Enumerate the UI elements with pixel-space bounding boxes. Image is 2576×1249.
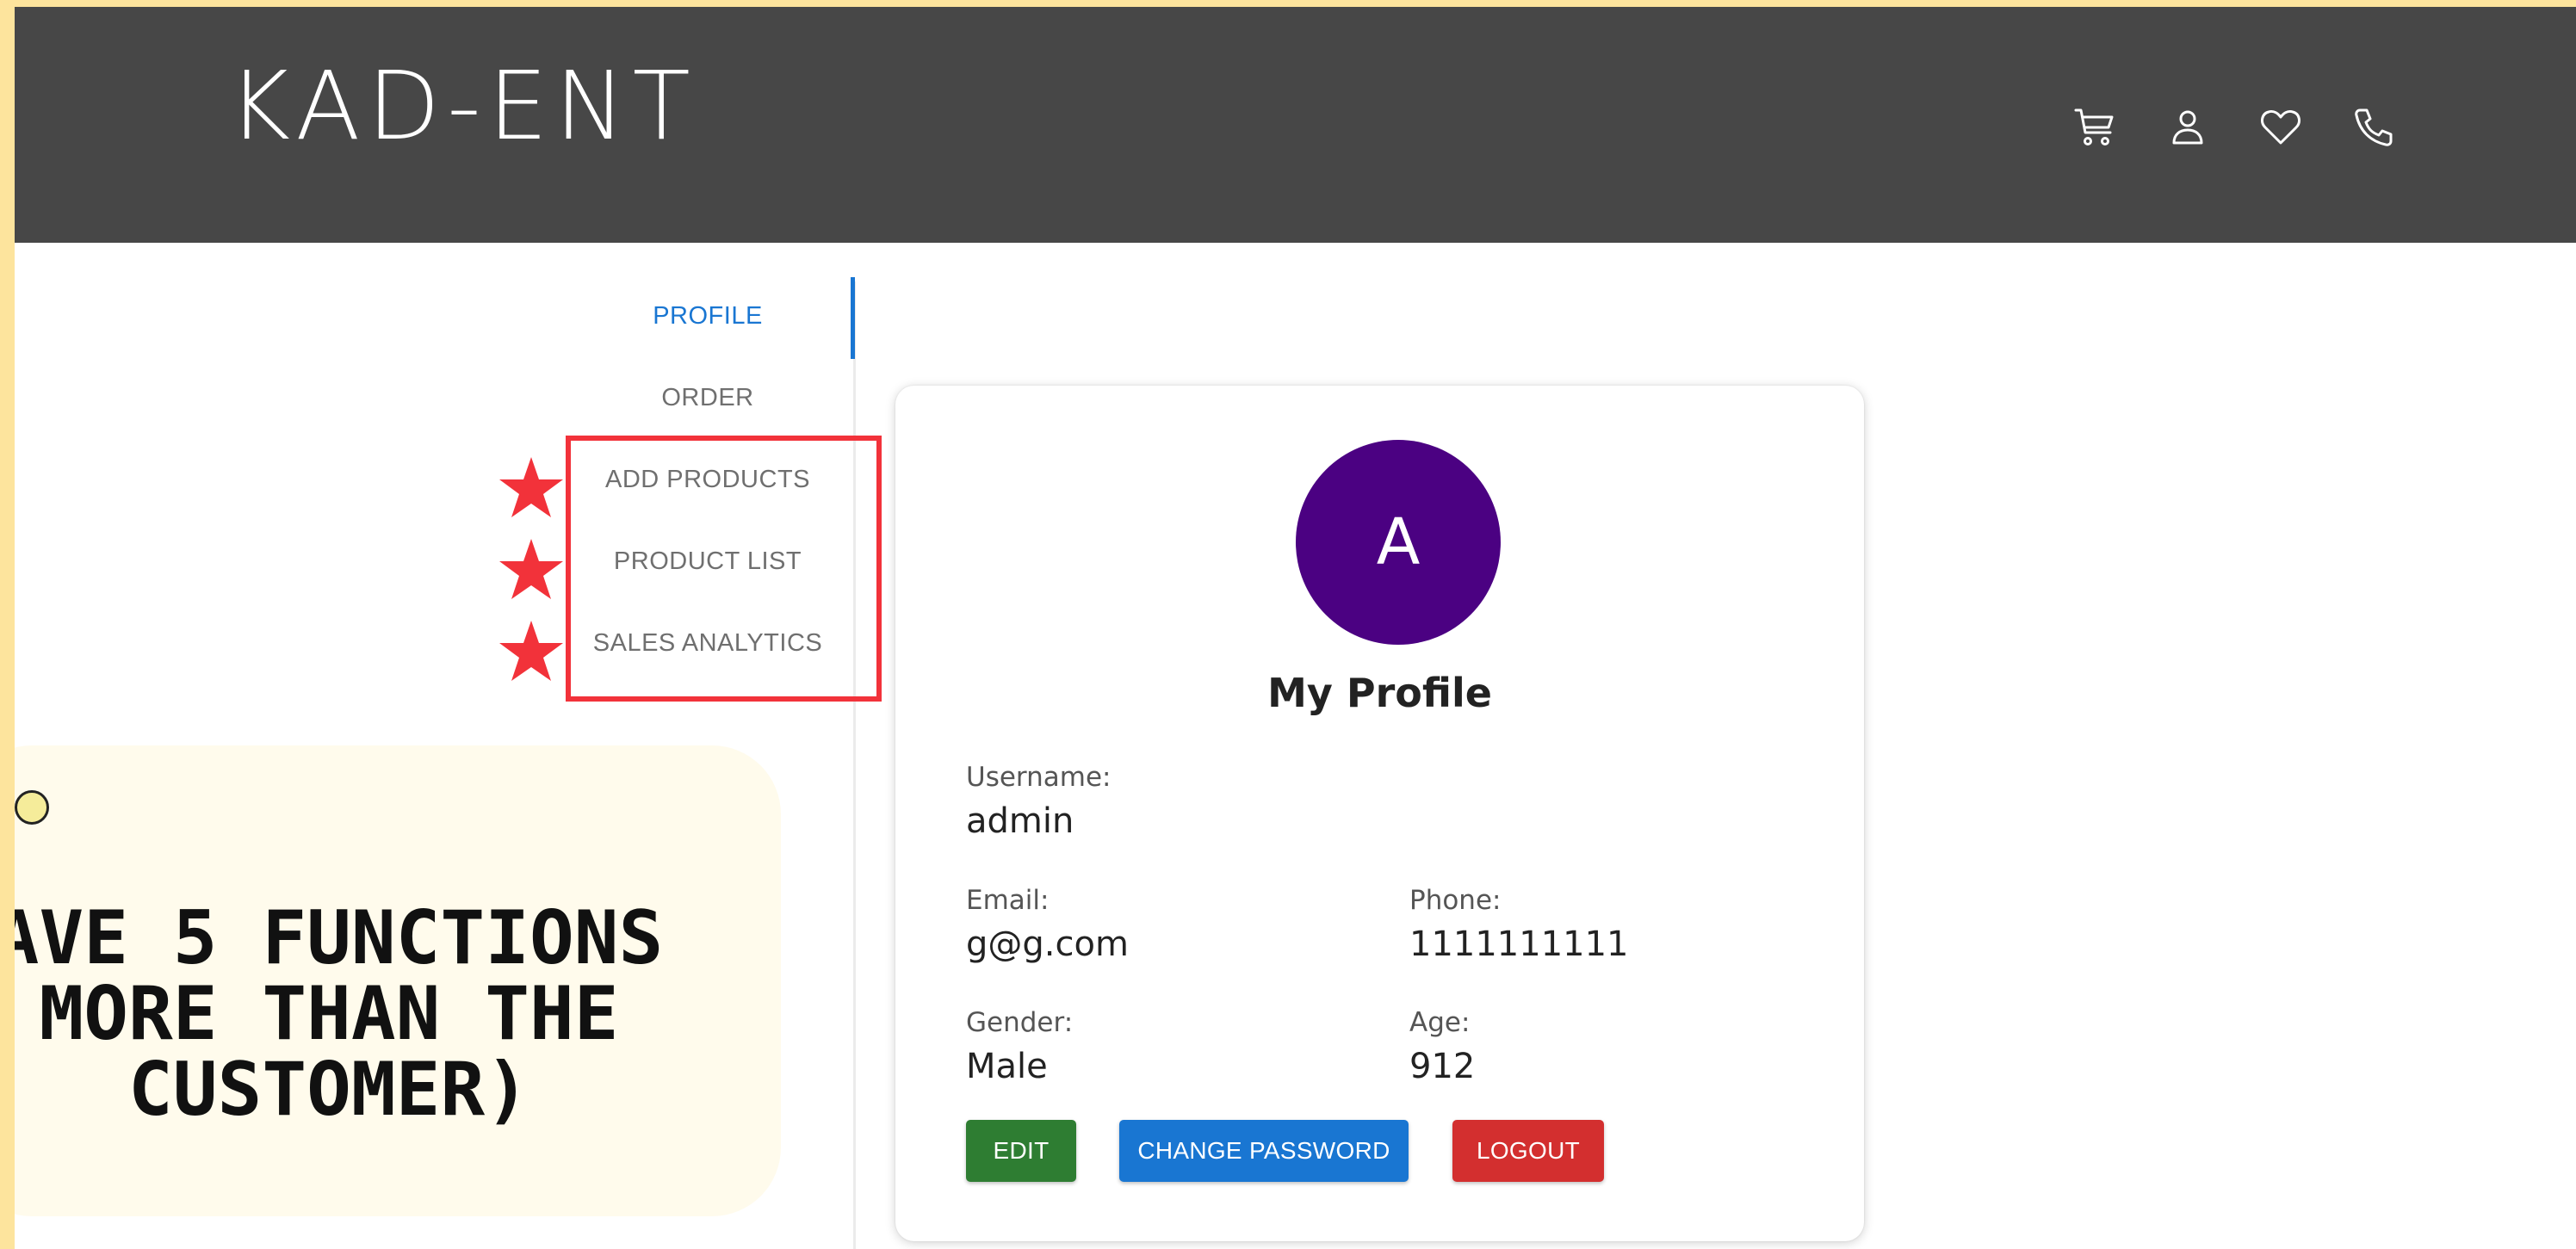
username-value: admin — [966, 801, 1074, 841]
cart-icon[interactable] — [2071, 103, 2119, 151]
admin-features-highlight — [566, 436, 882, 702]
age-value: 912 — [1409, 1047, 1476, 1086]
age-label: Age: — [1409, 1007, 1471, 1038]
active-tab-indicator — [851, 277, 855, 359]
email-label: Email: — [966, 885, 1050, 916]
callout-text: AVE 5 FUNCTIONS MORE THAN THE CUSTOMER) — [15, 895, 664, 1133]
gender-label: Gender: — [966, 1007, 1074, 1038]
sidebar-divider — [853, 281, 856, 1249]
avatar: A — [1296, 440, 1501, 645]
star-icon — [497, 454, 566, 522]
logout-button[interactable]: LOGOUT — [1452, 1120, 1604, 1182]
annotation-callout: AVE 5 FUNCTIONS MORE THAN THE CUSTOMER) — [15, 745, 781, 1216]
brand-logo[interactable]: KAD-ENT — [228, 59, 697, 153]
email-value: g@g.com — [966, 924, 1129, 964]
star-icon — [497, 535, 566, 604]
phone-icon[interactable] — [2350, 103, 2398, 151]
edit-button[interactable]: EDIT — [966, 1120, 1076, 1182]
header-icon-group — [2071, 103, 2398, 151]
sidebar-item-profile[interactable]: PROFILE — [566, 277, 850, 355]
profile-card: A My Profile Username: admin Email: g@g.… — [895, 386, 1864, 1241]
app-page: KAD-ENT PROFILE ORDER ADD PRODUCTS PRODU… — [15, 7, 2576, 1249]
phone-value: 1111111111 — [1409, 924, 1629, 964]
presentation-frame: KAD-ENT PROFILE ORDER ADD PRODUCTS PRODU… — [0, 0, 2576, 1249]
heart-icon[interactable] — [2257, 103, 2305, 151]
page-title: My Profile — [1267, 670, 1492, 716]
phone-label: Phone: — [1409, 885, 1502, 916]
gender-value: Male — [966, 1047, 1048, 1086]
user-icon[interactable] — [2164, 103, 2212, 151]
username-label: Username: — [966, 762, 1112, 793]
change-password-button[interactable]: CHANGE PASSWORD — [1119, 1120, 1409, 1182]
top-header: KAD-ENT — [15, 7, 2576, 243]
star-icon — [497, 617, 566, 686]
sidebar-item-order[interactable]: ORDER — [566, 359, 850, 436]
callout-dot-icon — [15, 790, 49, 825]
